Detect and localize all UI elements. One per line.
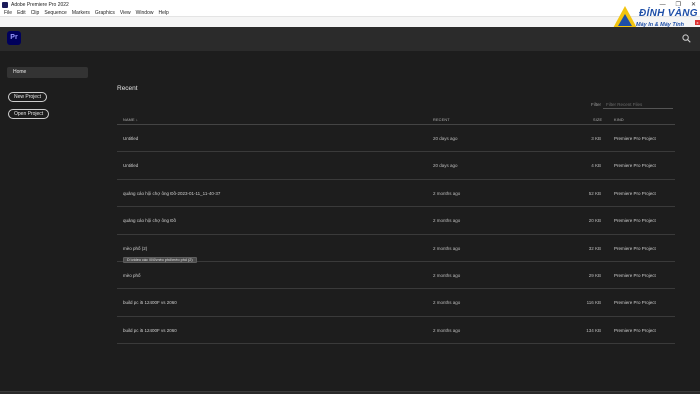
menu-edit[interactable]: Edit: [17, 10, 26, 16]
file-path-tooltip: D:\video các \0\0\​mèo phố\mèo phố (2): [123, 257, 197, 263]
row-kind: Premiere Pro Project: [614, 245, 656, 251]
column-recent[interactable]: RECENT: [433, 118, 450, 122]
window-title: Adobe Premiere Pro 2022: [11, 1, 69, 8]
table-row[interactable]: quảng cáo hội chợ ông Đồ 2 months ago 20…: [117, 207, 675, 235]
row-size: 20 KB: [588, 218, 601, 224]
row-recent: 20 days ago: [433, 163, 458, 169]
row-recent: 2 months ago: [433, 272, 461, 278]
recent-heading: Recent: [117, 85, 138, 92]
row-size: 116 KB: [586, 300, 601, 306]
menu-file[interactable]: File: [4, 10, 12, 16]
recent-files-table: Untitled 20 days ago 3 KB Premiere Pro P…: [117, 125, 675, 345]
filter-recent-input[interactable]: [603, 100, 673, 109]
app-header: Pr: [0, 27, 700, 51]
table-row[interactable]: Untitled 20 days ago 4 KB Premiere Pro P…: [117, 152, 675, 180]
premiere-app-icon: [2, 1, 8, 8]
menu-graphics[interactable]: Graphics: [95, 10, 115, 16]
row-recent: 20 days ago: [433, 136, 458, 141]
row-name: Untitled: [123, 163, 139, 169]
row-size: 4 KB: [591, 163, 601, 169]
filter-label: Filter: [591, 102, 601, 107]
row-name: quảng cáo hội chợ ông Đồ: [123, 218, 176, 224]
column-name[interactable]: NAME ↓: [123, 118, 138, 122]
row-size: 52 KB: [588, 190, 601, 196]
row-kind: Premiere Pro Project: [614, 190, 656, 196]
row-name: mèo phố (2): [123, 245, 148, 251]
row-kind: Premiere Pro Project: [614, 218, 656, 224]
row-name: Untitled: [123, 136, 139, 141]
row-recent: 2 months ago: [433, 245, 461, 251]
row-kind: Premiere Pro Project: [614, 327, 656, 333]
open-project-button[interactable]: Open Project: [8, 109, 50, 119]
table-row[interactable]: mèo phố (2) 2 months ago 32 KB Premiere …: [117, 235, 675, 262]
row-size: 29 KB: [588, 272, 601, 278]
row-recent: 2 months ago: [433, 327, 461, 333]
row-kind: Premiere Pro Project: [614, 272, 656, 278]
menu-window[interactable]: Window: [136, 10, 154, 16]
new-project-button[interactable]: New Project: [8, 92, 47, 102]
column-kind[interactable]: KIND: [614, 118, 624, 122]
menu-clip[interactable]: Clip: [31, 10, 40, 16]
menu-view[interactable]: View: [120, 10, 131, 16]
table-row[interactable]: quảng cáo hội chợ ông Đồ-2023-01-11_11-4…: [117, 180, 675, 208]
table-header: NAME ↓ RECENT SIZE KIND: [117, 116, 675, 125]
row-size: 32 KB: [588, 245, 601, 251]
toolbar-strip: [0, 17, 700, 27]
logo-inner-triangle-icon: [618, 14, 632, 26]
row-name: mèo phố: [123, 272, 141, 278]
table-row[interactable]: Untitled 20 days ago 3 KB Premiere Pro P…: [117, 125, 675, 153]
menu-markers[interactable]: Markers: [72, 10, 90, 16]
search-icon[interactable]: [682, 34, 691, 43]
menu-help[interactable]: Help: [158, 10, 168, 16]
title-bar: Adobe Premiere Pro 2022 — ❐ ✕: [0, 0, 700, 9]
row-recent: 2 months ago: [433, 218, 461, 224]
row-kind: Premiere Pro Project: [614, 163, 656, 169]
row-size: 3 KB: [591, 136, 601, 141]
table-row[interactable]: build pc i5 12400F vs 2060 2 months ago …: [117, 289, 675, 317]
column-size[interactable]: SIZE: [593, 118, 602, 122]
menu-bar: File Edit Clip Sequence Markers Graphics…: [0, 9, 700, 17]
row-recent: 2 months ago: [433, 190, 461, 196]
row-recent: 2 months ago: [433, 300, 461, 306]
row-name: build pc i5 12400F vs 2060: [123, 327, 177, 333]
menu-sequence[interactable]: Sequence: [44, 10, 67, 16]
watermark-close-button[interactable]: x: [695, 20, 700, 25]
sidebar-item-home[interactable]: Home: [7, 67, 88, 78]
row-kind: Premiere Pro Project: [614, 136, 656, 141]
watermark-brand: ĐỈNH VÀNG: [639, 8, 698, 19]
row-kind: Premiere Pro Project: [614, 300, 656, 306]
table-row[interactable]: mèo phố 2 months ago 29 KB Premiere Pro …: [117, 262, 675, 290]
row-size: 134 KB: [586, 327, 601, 333]
table-row[interactable]: build pc i5 12400F vs 2060 2 months ago …: [117, 317, 675, 345]
premiere-logo: Pr: [7, 31, 21, 45]
row-name: quảng cáo hội chợ ông Đồ-2023-01-11_11-4…: [123, 190, 221, 196]
row-name: build pc i5 12400F vs 2060: [123, 300, 177, 306]
